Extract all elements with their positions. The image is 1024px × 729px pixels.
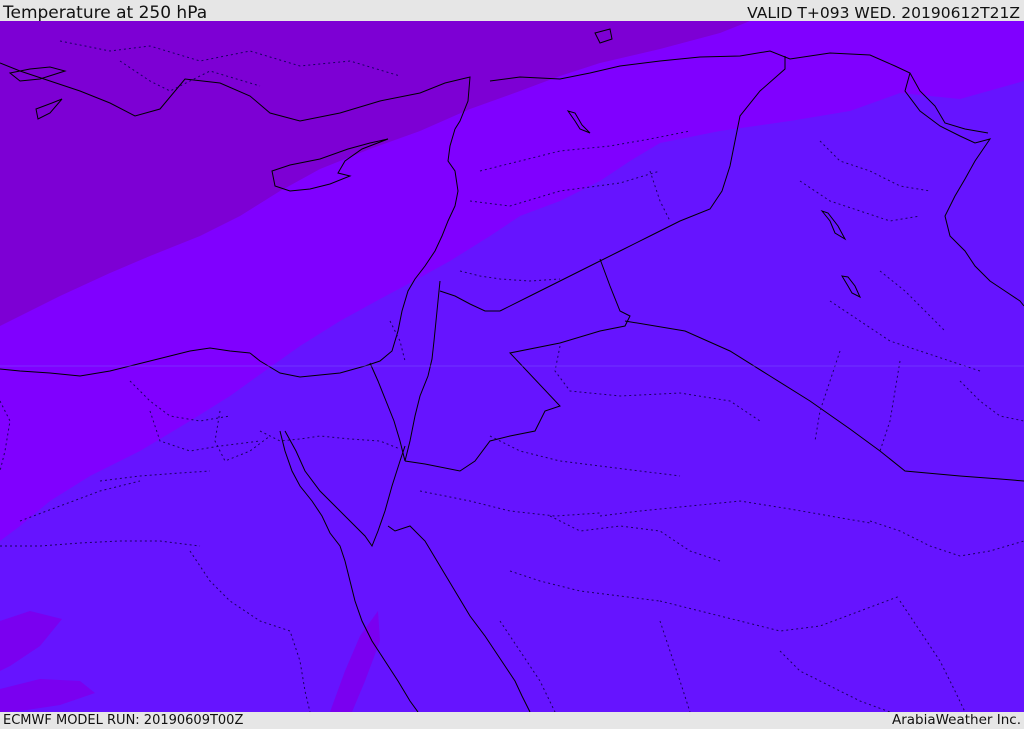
valid-time: VALID T+093 WED. 20190612T21Z — [747, 4, 1020, 22]
map-area[interactable] — [0, 21, 1024, 712]
header-bar: Temperature at 250 hPa VALID T+093 WED. … — [0, 0, 1024, 23]
credit-label: ArabiaWeather Inc. — [891, 712, 1021, 728]
temperature-map — [0, 21, 1024, 712]
footer-bar: ECMWF MODEL RUN: 20190609T00Z ArabiaWeat… — [0, 712, 1024, 729]
model-run: ECMWF MODEL RUN: 20190609T00Z — [3, 713, 244, 728]
map-title: Temperature at 250 hPa — [3, 3, 208, 23]
